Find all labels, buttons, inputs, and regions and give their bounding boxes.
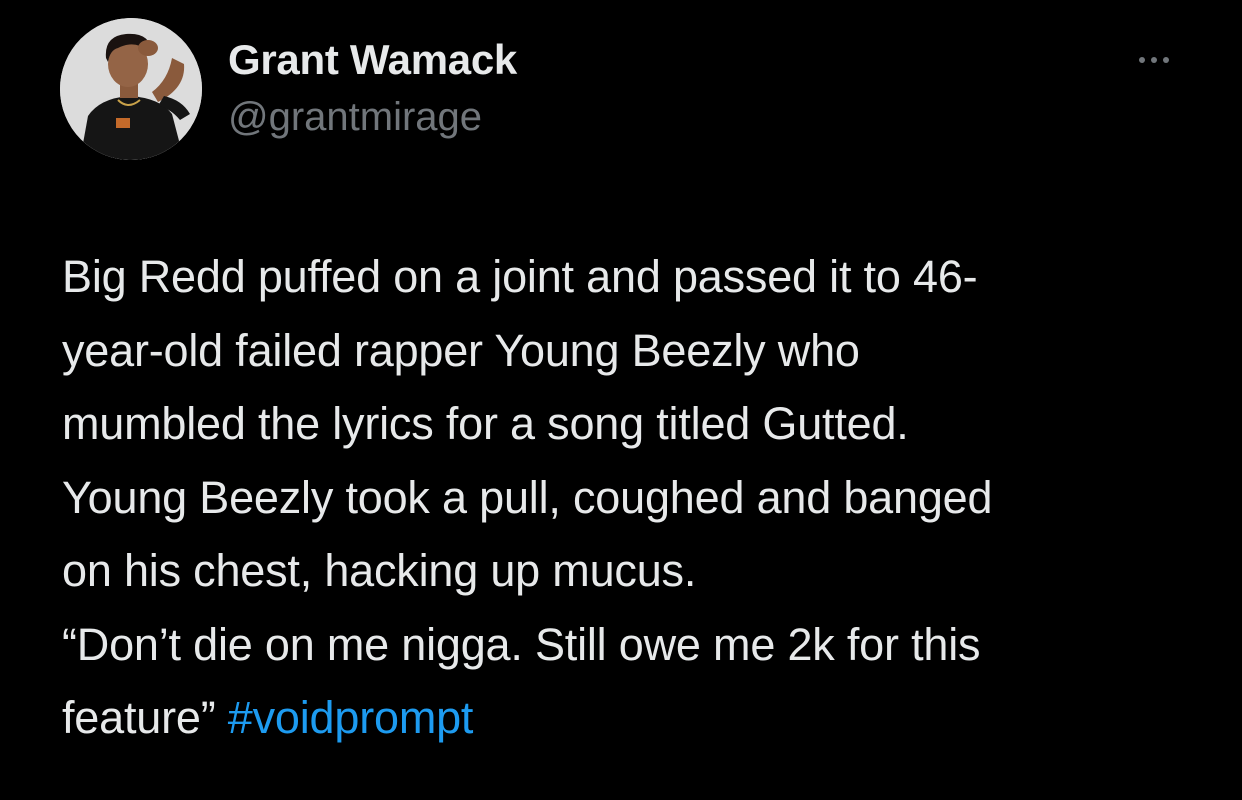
hashtag-link[interactable]: #voidprompt — [228, 692, 474, 743]
tweet-text: Big Redd puffed on a joint and passed it… — [62, 240, 1222, 755]
tweet-text-line: on his chest, hacking up mucus. — [62, 545, 697, 596]
more-options-button[interactable] — [1124, 44, 1184, 76]
author-display-name[interactable]: Grant Wamack — [228, 34, 517, 86]
tweet-text-segment: feature” — [62, 692, 216, 743]
avatar[interactable] — [60, 18, 202, 160]
tweet-text-line: “Don’t die on me nigga. Still owe me 2k … — [62, 618, 981, 670]
tweet-text-line-last: feature” #voidprompt — [62, 681, 1222, 755]
author-handle[interactable]: @grantmirage — [228, 92, 517, 142]
author-block: Grant Wamack @grantmirage — [228, 34, 517, 142]
tweet-text-line: mumbled the lyrics for a song titled Gut… — [62, 398, 909, 449]
tweet-text-line: year-old failed rapper Young Beezly who — [62, 324, 860, 376]
more-horizontal-icon — [1136, 57, 1172, 63]
tweet-text-line: Big Redd puffed on a joint and passed it… — [62, 251, 978, 302]
tweet-text-line: Young Beezly took a pull, coughed and ba… — [62, 471, 993, 523]
tweet-card: Grant Wamack @grantmirage Big Redd puffe… — [0, 0, 1242, 800]
avatar-photo-icon — [60, 18, 202, 160]
